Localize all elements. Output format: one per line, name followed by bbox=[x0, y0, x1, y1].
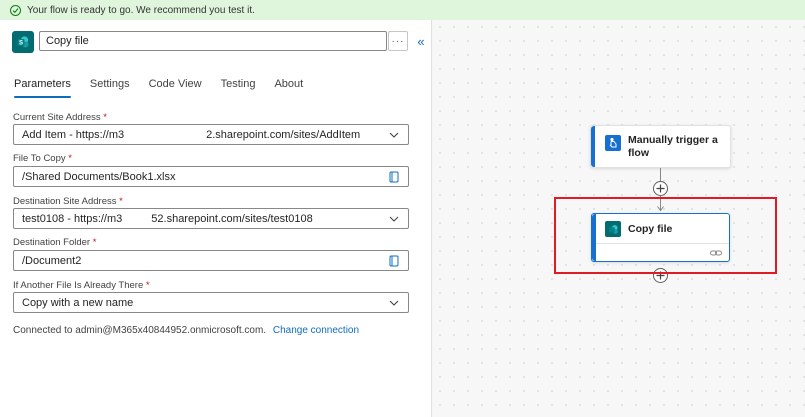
flow-canvas[interactable]: Manually trigger a flow Copy file bbox=[433, 20, 805, 417]
svg-text:S: S bbox=[19, 41, 23, 47]
connection-text: Connected to admin@M365x40844952.onmicro… bbox=[13, 325, 267, 336]
node-accent bbox=[591, 126, 595, 167]
chevron-down-icon bbox=[388, 129, 400, 141]
change-connection-link[interactable]: Change connection bbox=[273, 325, 359, 336]
connector-line bbox=[660, 168, 661, 181]
more-options-button[interactable]: ··· bbox=[388, 31, 408, 51]
double-chevron-left-icon: « bbox=[417, 33, 425, 49]
plus-icon bbox=[656, 184, 665, 193]
trigger-node-label: Manually trigger a flow bbox=[628, 134, 718, 159]
sharepoint-icon: S bbox=[12, 31, 34, 53]
if-exists-value: Copy with a new name bbox=[22, 296, 134, 309]
action-title-input[interactable] bbox=[39, 31, 387, 51]
current-site-select[interactable]: Add Item - https://m3 2.sharepoint.com/si… bbox=[13, 124, 409, 145]
chevron-down-icon bbox=[388, 213, 400, 225]
if-exists-select[interactable]: Copy with a new name bbox=[13, 292, 409, 313]
destination-site-select[interactable]: test0108 - https://m3 52.sharepoint.com/s… bbox=[13, 208, 409, 229]
connection-info: Connected to admin@M365x40844952.onmicro… bbox=[13, 325, 359, 336]
tab-code-view[interactable]: Code View bbox=[149, 78, 202, 95]
file-to-copy-input[interactable]: /Shared Documents/Book1.xlsx bbox=[13, 166, 409, 187]
destination-site-value-prefix: test0108 - https://m3 bbox=[22, 212, 123, 225]
if-exists-label: If Another File Is Already There * bbox=[13, 280, 150, 291]
tab-testing[interactable]: Testing bbox=[221, 78, 256, 95]
destination-site-value-suffix: 52.sharepoint.com/sites/test0108 bbox=[151, 212, 313, 225]
current-site-value-suffix: 2.sharepoint.com/sites/AddItem bbox=[206, 128, 361, 141]
action-details-panel: S ··· « Parameters Settings Code View Te… bbox=[0, 20, 432, 417]
destination-folder-input[interactable]: /Document2 bbox=[13, 250, 409, 271]
ellipsis-icon: ··· bbox=[391, 35, 405, 47]
tab-parameters[interactable]: Parameters bbox=[14, 78, 71, 98]
destination-site-label: Destination Site Address * bbox=[13, 196, 123, 207]
current-site-value-prefix: Add Item - https://m3 bbox=[22, 128, 125, 141]
tab-settings[interactable]: Settings bbox=[90, 78, 130, 95]
manual-trigger-icon bbox=[605, 135, 621, 151]
folder-picker-icon[interactable] bbox=[388, 255, 400, 267]
redaction bbox=[124, 129, 207, 140]
add-step-button[interactable] bbox=[653, 181, 668, 196]
trigger-node[interactable]: Manually trigger a flow bbox=[590, 125, 731, 168]
file-picker-icon[interactable] bbox=[388, 171, 400, 183]
tab-about[interactable]: About bbox=[274, 78, 303, 95]
destination-folder-label: Destination Folder * bbox=[13, 237, 97, 248]
collapse-panel-button[interactable]: « bbox=[414, 31, 428, 51]
selection-highlight-box bbox=[554, 197, 777, 274]
redaction bbox=[122, 213, 152, 224]
current-site-label: Current Site Address * bbox=[13, 112, 107, 123]
file-to-copy-label: File To Copy * bbox=[13, 153, 72, 164]
destination-folder-value: /Document2 bbox=[22, 254, 82, 267]
chevron-down-icon bbox=[388, 297, 400, 309]
success-banner: Your flow is ready to go. We recommend y… bbox=[0, 0, 805, 20]
banner-message: Your flow is ready to go. We recommend y… bbox=[27, 4, 255, 16]
check-circle-icon bbox=[10, 4, 21, 16]
tab-bar: Parameters Settings Code View Testing Ab… bbox=[14, 78, 322, 98]
file-to-copy-value: /Shared Documents/Book1.xlsx bbox=[22, 170, 176, 183]
